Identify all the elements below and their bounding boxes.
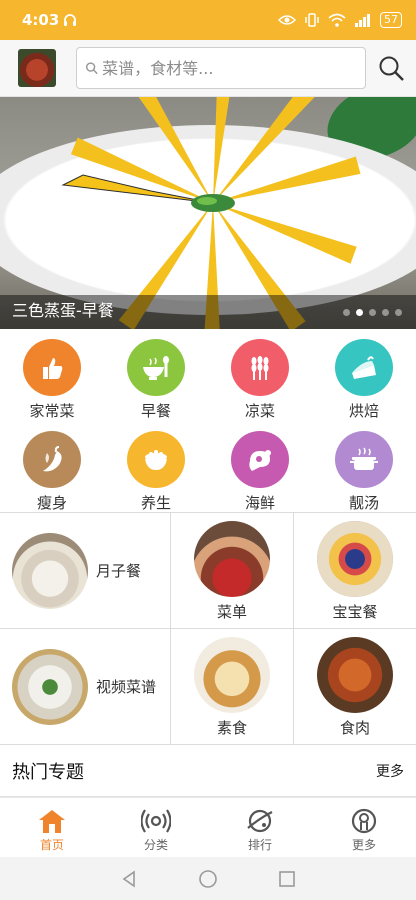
ham-icon	[231, 431, 289, 488]
feature-image	[194, 521, 270, 597]
feature-label: 素食	[216, 719, 247, 737]
chili-icon	[23, 431, 81, 488]
cake-icon	[335, 339, 393, 396]
vibrate-icon	[305, 13, 319, 27]
feature-label: 菜单	[216, 603, 247, 621]
category-liangtang[interactable]: 靓汤	[312, 421, 416, 513]
feature-caidan[interactable]: 菜单	[171, 513, 294, 629]
category-label: 靓汤	[348, 494, 379, 512]
category-label: 家常菜	[29, 402, 75, 420]
status-bar: 4:03 57	[0, 0, 416, 40]
search-icon	[379, 56, 404, 81]
search-bar	[0, 40, 416, 97]
home-circle-icon[interactable]	[198, 869, 218, 889]
feature-shipincaipu[interactable]: 视频菜谱	[0, 629, 171, 745]
feature-label: 宝宝餐	[332, 603, 378, 621]
nav-label: 首页	[39, 838, 64, 852]
feature-baobaocan[interactable]: 宝宝餐	[294, 513, 416, 629]
planet-icon	[247, 809, 273, 833]
bottom-nav: 首页 分类 排行 更多	[0, 797, 416, 857]
category-liangcai[interactable]: 凉菜	[208, 329, 312, 421]
category-hongbei[interactable]: 烘焙	[312, 329, 416, 421]
soup-pot-icon	[335, 431, 393, 488]
feature-image	[12, 532, 88, 609]
banner-dot[interactable]	[369, 309, 376, 316]
category-label: 海鲜	[244, 494, 275, 512]
category-zaocan[interactable]: 早餐	[104, 329, 208, 421]
status-right: 57	[278, 12, 402, 28]
food-bowl-icon	[127, 431, 185, 488]
feature-label: 月子餐	[96, 562, 142, 580]
feature-image	[317, 521, 393, 597]
category-label: 烘焙	[348, 402, 379, 420]
category-label: 凉菜	[244, 402, 275, 420]
status-left: 4:03	[22, 11, 77, 29]
status-time: 4:03	[22, 11, 60, 29]
category-grid: 家常菜 早餐 凉菜 烘焙 瘦身 养生 海鲜 靓汤	[0, 329, 416, 513]
bowl-icon	[127, 339, 185, 396]
feature-grid: 月子餐 菜单 宝宝餐 视频菜谱 素食 食肉	[0, 513, 416, 745]
thumbs-up-icon	[23, 339, 81, 396]
nav-more[interactable]: 更多	[312, 798, 416, 857]
section-title: 热门专题	[12, 761, 84, 783]
search-input[interactable]	[102, 58, 365, 78]
wheat-icon	[231, 339, 289, 396]
banner-dot[interactable]	[395, 309, 402, 316]
category-shoushen[interactable]: 瘦身	[0, 421, 104, 513]
banner-dot-active[interactable]	[356, 309, 363, 316]
home-icon	[39, 810, 65, 833]
nav-home[interactable]: 首页	[0, 798, 104, 857]
search-box[interactable]	[76, 47, 366, 89]
headphones-icon	[64, 14, 77, 26]
signal-icon	[355, 14, 370, 27]
banner-carousel[interactable]: 三色蒸蛋-早餐	[0, 97, 416, 329]
recents-icon[interactable]	[277, 869, 297, 889]
feature-label: 视频菜谱	[96, 678, 157, 696]
banner-dot[interactable]	[343, 309, 350, 316]
feature-sushi[interactable]: 素食	[171, 629, 294, 745]
category-yangsheng[interactable]: 养生	[104, 421, 208, 513]
hot-topics-header: 热门专题 更多	[0, 745, 416, 797]
feature-yuezican[interactable]: 月子餐	[0, 513, 171, 629]
nav-label: 排行	[247, 838, 272, 852]
feature-image	[194, 637, 270, 713]
system-nav-bar	[0, 857, 416, 900]
category-label: 养生	[140, 494, 171, 512]
search-small-icon	[85, 62, 98, 75]
category-label: 早餐	[140, 402, 171, 420]
category-label: 瘦身	[36, 494, 67, 512]
feature-label: 食肉	[339, 719, 370, 737]
nav-label: 更多	[351, 838, 376, 852]
section-more-link[interactable]: 更多	[376, 761, 404, 781]
back-icon[interactable]	[119, 869, 139, 889]
feature-image	[317, 637, 393, 713]
banner-caption: 三色蒸蛋-早餐	[12, 301, 114, 320]
wifi-icon	[328, 13, 346, 27]
broadcast-icon	[141, 809, 171, 833]
category-jiachangcai[interactable]: 家常菜	[0, 329, 104, 421]
nav-category[interactable]: 分类	[104, 798, 208, 857]
feature-shirou[interactable]: 食肉	[294, 629, 416, 745]
category-haixian[interactable]: 海鲜	[208, 421, 312, 513]
feature-image	[12, 648, 88, 725]
banner-dots	[343, 309, 402, 316]
eye-icon	[278, 15, 296, 25]
nav-ranking[interactable]: 排行	[208, 798, 312, 857]
avatar[interactable]	[18, 49, 56, 87]
nav-label: 分类	[143, 838, 168, 852]
search-button[interactable]	[376, 53, 406, 83]
banner-dot[interactable]	[382, 309, 389, 316]
person-icon	[351, 808, 377, 834]
battery-indicator: 57	[380, 12, 402, 28]
